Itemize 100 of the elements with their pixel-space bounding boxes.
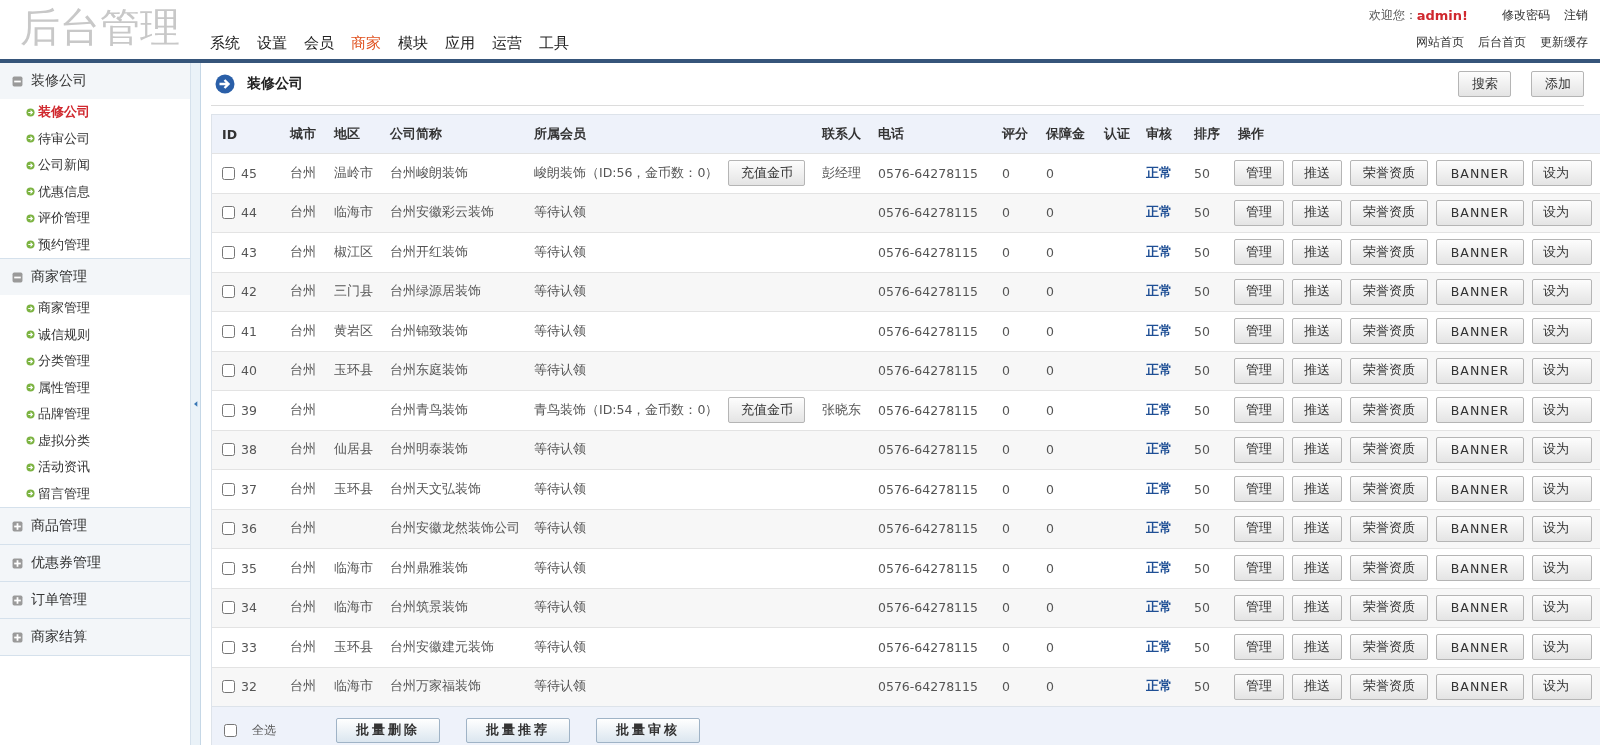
row-checkbox[interactable]: [222, 245, 235, 259]
sidebar-group[interactable]: 装修公司: [0, 63, 190, 99]
action-button[interactable]: 荣誉资质: [1350, 436, 1428, 463]
action-button[interactable]: 管理: [1234, 515, 1284, 542]
batch-button[interactable]: 批量推荐: [466, 717, 570, 743]
action-button[interactable]: 荣誉资质: [1350, 673, 1428, 700]
action-button[interactable]: 管理: [1234, 673, 1284, 700]
nav-tab[interactable]: 工具: [539, 34, 569, 53]
action-button[interactable]: 设为: [1532, 239, 1592, 266]
batch-button[interactable]: 批量审核: [596, 717, 700, 743]
nav-tab[interactable]: 会员: [304, 34, 334, 53]
sidebar-item[interactable]: 商家管理: [0, 295, 190, 322]
action-button[interactable]: 设为: [1532, 357, 1592, 384]
sidebar-item[interactable]: 留言管理: [0, 480, 190, 507]
action-button[interactable]: 设为: [1532, 594, 1592, 621]
row-checkbox[interactable]: [222, 561, 235, 575]
action-button[interactable]: 推送: [1292, 594, 1342, 621]
action-button[interactable]: 推送: [1292, 239, 1342, 266]
row-checkbox[interactable]: [222, 206, 235, 220]
sidebar-item[interactable]: 预约管理: [0, 231, 190, 258]
sidebar-group[interactable]: 商品管理: [0, 508, 190, 544]
sidebar-item[interactable]: 活动资讯: [0, 454, 190, 481]
row-checkbox[interactable]: [222, 522, 235, 536]
action-button[interactable]: BANNER: [1436, 476, 1524, 503]
collapse-icon[interactable]: [193, 401, 198, 407]
action-button[interactable]: 荣誉资质: [1350, 318, 1428, 345]
sidebar-group[interactable]: 商家结算: [0, 619, 190, 655]
action-button[interactable]: BANNER: [1436, 397, 1524, 424]
action-button[interactable]: BANNER: [1436, 199, 1524, 226]
action-button[interactable]: 推送: [1292, 357, 1342, 384]
action-button[interactable]: 设为: [1532, 199, 1592, 226]
row-checkbox[interactable]: [222, 640, 235, 654]
action-button[interactable]: 设为: [1532, 515, 1592, 542]
sidebar-item[interactable]: 分类管理: [0, 348, 190, 375]
action-button[interactable]: 管理: [1234, 160, 1284, 187]
action-button[interactable]: 推送: [1292, 318, 1342, 345]
action-button[interactable]: 设为: [1532, 397, 1592, 424]
action-button[interactable]: BANNER: [1436, 436, 1524, 463]
action-button[interactable]: 推送: [1292, 160, 1342, 187]
header-link[interactable]: 后台首页: [1478, 34, 1526, 51]
sidebar-group[interactable]: 订单管理: [0, 582, 190, 618]
sidebar-group[interactable]: 商家管理: [0, 259, 190, 295]
action-button[interactable]: 荣誉资质: [1350, 476, 1428, 503]
sidebar-item[interactable]: 属性管理: [0, 374, 190, 401]
nav-tab[interactable]: 模块: [398, 34, 428, 53]
action-button[interactable]: 荣誉资质: [1350, 199, 1428, 226]
action-button[interactable]: 推送: [1292, 515, 1342, 542]
sidebar-item[interactable]: 诚信规则: [0, 321, 190, 348]
action-button[interactable]: BANNER: [1436, 318, 1524, 345]
action-button[interactable]: 推送: [1292, 436, 1342, 463]
action-button[interactable]: 荣誉资质: [1350, 397, 1428, 424]
nav-tab[interactable]: 商家: [351, 34, 381, 53]
action-button[interactable]: 管理: [1234, 594, 1284, 621]
sidebar-item[interactable]: 优惠信息: [0, 178, 190, 205]
action-button[interactable]: 推送: [1292, 634, 1342, 661]
action-button[interactable]: 荣誉资质: [1350, 239, 1428, 266]
action-button[interactable]: 设为: [1532, 476, 1592, 503]
action-button[interactable]: 设为: [1532, 160, 1592, 187]
row-checkbox[interactable]: [222, 601, 235, 615]
action-button[interactable]: 管理: [1234, 278, 1284, 305]
action-button[interactable]: 推送: [1292, 278, 1342, 305]
row-checkbox[interactable]: [222, 324, 235, 338]
nav-tab[interactable]: 系统: [210, 34, 240, 53]
action-button[interactable]: 荣誉资质: [1350, 634, 1428, 661]
action-button[interactable]: BANNER: [1436, 278, 1524, 305]
action-button[interactable]: 管理: [1234, 318, 1284, 345]
action-button[interactable]: BANNER: [1436, 160, 1524, 187]
action-button[interactable]: BANNER: [1436, 515, 1524, 542]
action-button[interactable]: 管理: [1234, 436, 1284, 463]
action-button[interactable]: BANNER: [1436, 673, 1524, 700]
header-link[interactable]: 网站首页: [1416, 34, 1464, 51]
action-button[interactable]: 荣誉资质: [1350, 555, 1428, 582]
sidebar-item[interactable]: 品牌管理: [0, 401, 190, 428]
sidebar-item[interactable]: 虚拟分类: [0, 427, 190, 454]
action-button[interactable]: 管理: [1234, 555, 1284, 582]
select-all-checkbox[interactable]: [224, 723, 237, 737]
action-button[interactable]: 设为: [1532, 278, 1592, 305]
row-checkbox[interactable]: [222, 680, 235, 694]
action-button[interactable]: BANNER: [1436, 634, 1524, 661]
toolbar-button[interactable]: 搜索: [1458, 71, 1511, 97]
action-button[interactable]: 设为: [1532, 673, 1592, 700]
nav-tab[interactable]: 设置: [257, 34, 287, 53]
action-button[interactable]: 管理: [1234, 199, 1284, 226]
action-button[interactable]: 设为: [1532, 436, 1592, 463]
action-button[interactable]: 管理: [1234, 397, 1284, 424]
action-button[interactable]: BANNER: [1436, 555, 1524, 582]
recharge-button[interactable]: 充值金币: [728, 160, 806, 187]
action-button[interactable]: 管理: [1234, 239, 1284, 266]
sidebar-item[interactable]: 装修公司: [0, 99, 190, 126]
action-button[interactable]: 设为: [1532, 555, 1592, 582]
action-button[interactable]: 荣誉资质: [1350, 278, 1428, 305]
action-button[interactable]: 管理: [1234, 634, 1284, 661]
action-button[interactable]: 推送: [1292, 397, 1342, 424]
header-link[interactable]: 更新缓存: [1540, 34, 1588, 51]
action-button[interactable]: 推送: [1292, 555, 1342, 582]
row-checkbox[interactable]: [222, 364, 235, 378]
row-checkbox[interactable]: [222, 403, 235, 417]
row-checkbox[interactable]: [222, 285, 235, 299]
action-button[interactable]: 管理: [1234, 357, 1284, 384]
action-button[interactable]: 推送: [1292, 476, 1342, 503]
